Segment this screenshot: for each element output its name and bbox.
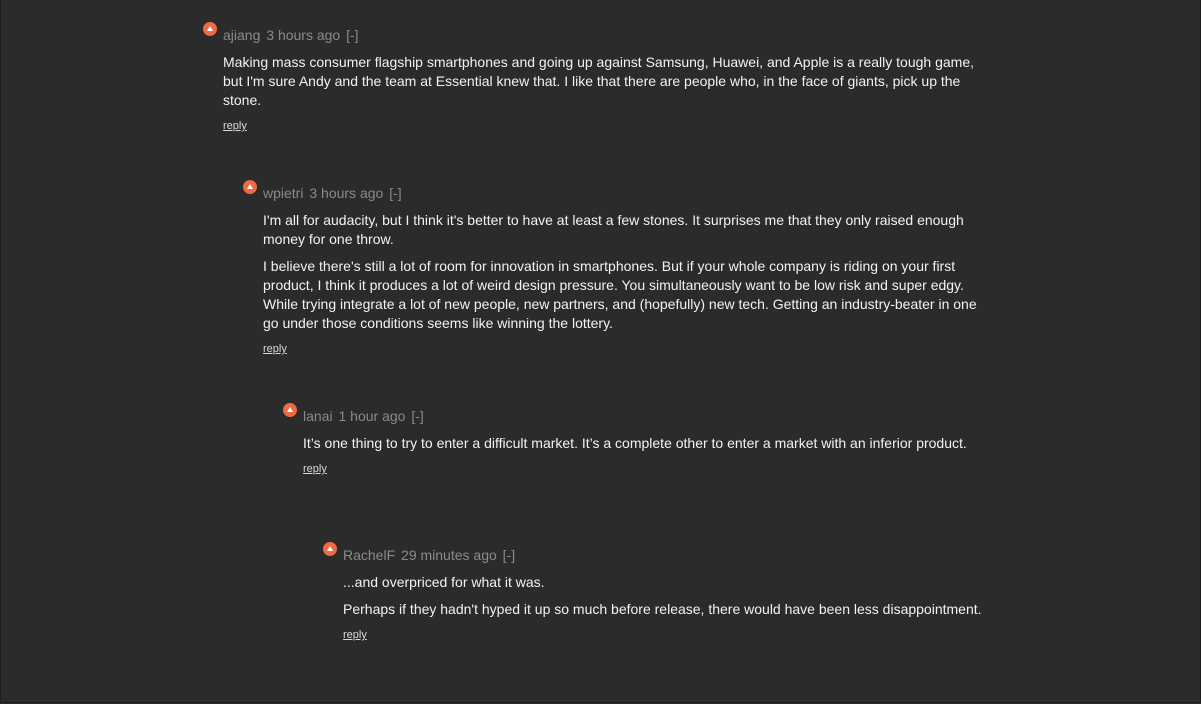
comment-body: I'm all for audacity, but I think it's b…: [263, 211, 983, 333]
collapse-toggle[interactable]: [-]: [411, 408, 423, 424]
comment-paragraph: It’s one thing to try to enter a difficu…: [303, 435, 967, 451]
comment-paragraph: Making mass consumer flagship smartphone…: [223, 54, 974, 108]
reply-link[interactable]: reply: [223, 120, 247, 132]
collapse-toggle[interactable]: [-]: [346, 27, 358, 43]
collapse-toggle[interactable]: [-]: [503, 547, 515, 563]
comment-lanai: lanai 1 hour ago [-] It’s one thing to t…: [283, 403, 983, 477]
comment-author[interactable]: ajiang: [223, 27, 260, 43]
comment-paragraph: ...and overpriced for what it was.: [343, 574, 545, 590]
reply-link[interactable]: reply: [343, 629, 367, 641]
comment-body: ...and overpriced for what it was. Perha…: [343, 573, 983, 619]
comment-wpietri: wpietri 3 hours ago [-] I'm all for auda…: [243, 180, 983, 357]
comment-timestamp[interactable]: 3 hours ago: [309, 185, 383, 201]
upvote-icon[interactable]: [323, 542, 337, 556]
comment-body: It’s one thing to try to enter a difficu…: [303, 434, 983, 453]
comment-author[interactable]: wpietri: [263, 185, 303, 201]
comment-author[interactable]: RachelF: [343, 547, 395, 563]
upvote-icon[interactable]: [243, 180, 257, 194]
comment-meta: lanai 1 hour ago [-]: [303, 408, 983, 425]
comment-paragraph: I believe there's still a lot of room fo…: [263, 258, 977, 331]
upvote-icon[interactable]: [203, 22, 217, 36]
comment-meta: wpietri 3 hours ago [-]: [263, 185, 983, 202]
comment-meta: RachelF 29 minutes ago [-]: [343, 547, 983, 564]
comment-body: Making mass consumer flagship smartphone…: [223, 53, 983, 110]
comment-author[interactable]: lanai: [303, 408, 333, 424]
comment-meta: ajiang 3 hours ago [-]: [223, 27, 983, 44]
reply-link[interactable]: reply: [263, 343, 287, 355]
comment-rachelf: RachelF 29 minutes ago [-] ...and overpr…: [323, 542, 983, 643]
comment-timestamp[interactable]: 29 minutes ago: [401, 547, 497, 563]
comment-timestamp[interactable]: 3 hours ago: [266, 27, 340, 43]
reply-link[interactable]: reply: [303, 463, 327, 475]
comment-ajiang: ajiang 3 hours ago [-] Making mass consu…: [203, 22, 983, 134]
comment-paragraph: Perhaps if they hadn't hyped it up so mu…: [343, 601, 982, 617]
comment-paragraph: I'm all for audacity, but I think it's b…: [263, 212, 964, 247]
comment-timestamp[interactable]: 1 hour ago: [338, 408, 405, 424]
comment-thread-frame: ajiang 3 hours ago [-] Making mass consu…: [0, 0, 1201, 703]
collapse-toggle[interactable]: [-]: [389, 185, 401, 201]
upvote-icon[interactable]: [283, 403, 297, 417]
